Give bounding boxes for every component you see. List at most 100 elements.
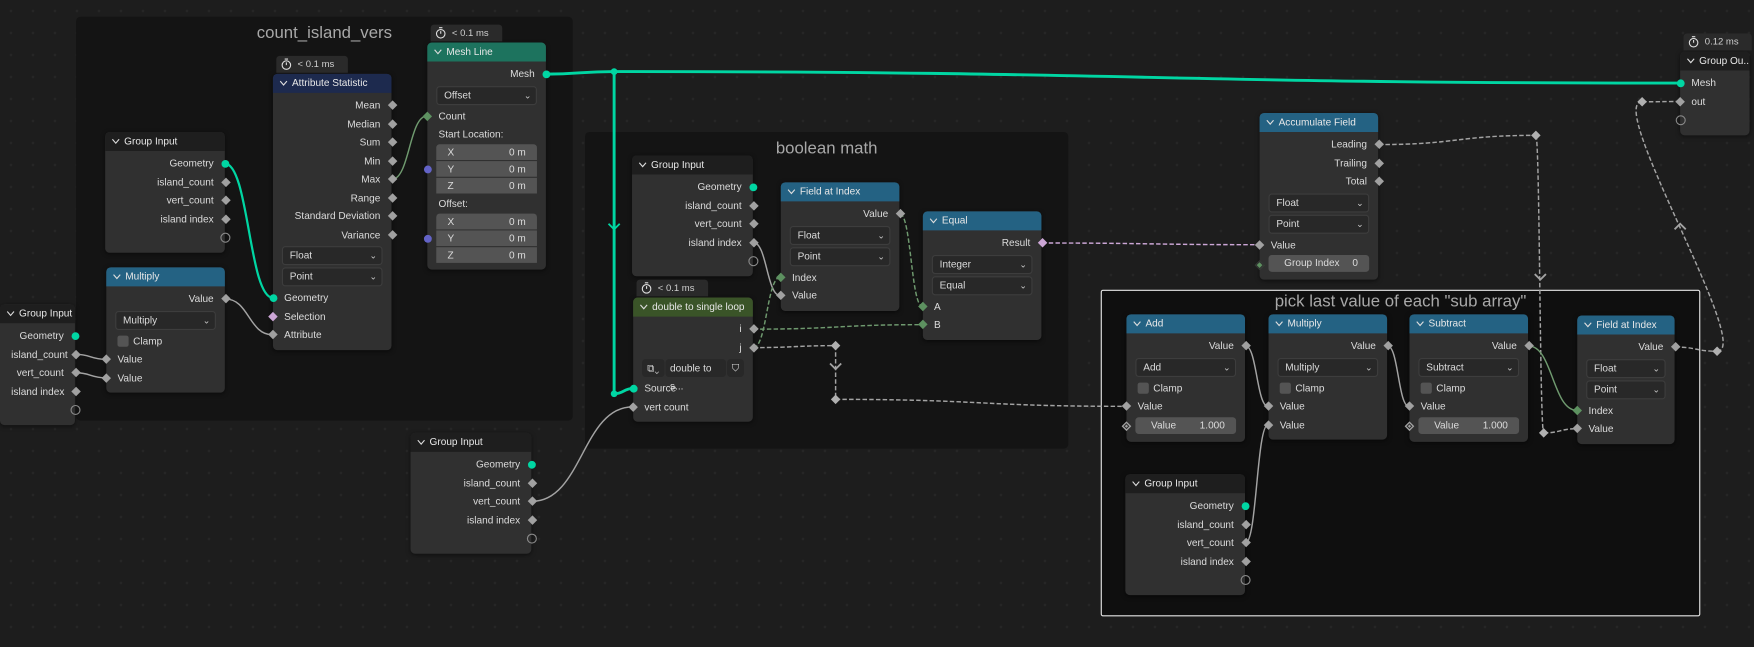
dropdown-point[interactable]: Point⌄ (790, 247, 891, 266)
checkbox-box[interactable] (1138, 382, 1149, 393)
empty-socket-icon[interactable] (1675, 115, 1685, 125)
node-gout[interactable]: 0.12 msGroup Ou...Meshout (1680, 51, 1749, 134)
node-link[interactable] (1042, 243, 1259, 245)
collapse-chevron-icon[interactable] (280, 77, 292, 88)
geo-socket-icon[interactable] (542, 70, 550, 78)
vector-component-z[interactable]: Z0 m (436, 178, 537, 194)
vector-component-y[interactable]: Y0 m (436, 230, 537, 246)
vector-field[interactable]: X0 mY0 mZ0 m (436, 144, 537, 193)
empty-socket-icon[interactable] (1240, 575, 1250, 585)
node-header[interactable]: Group Input (411, 433, 532, 452)
collapse-chevron-icon[interactable] (113, 271, 125, 282)
node-mul-a[interactable]: MultiplyValueMultiply⌄ClampValueValue (106, 267, 225, 392)
node-header[interactable]: Attribute Statistic (273, 74, 392, 93)
clamp-checkbox[interactable]: Clamp (1126, 379, 1245, 397)
empty-socket-icon[interactable] (526, 533, 536, 543)
node-loop[interactable]: < 0.1 msdouble to single loopij⧉⌄double … (633, 298, 753, 422)
idot-socket-icon[interactable] (1254, 260, 1263, 269)
reroute-node[interactable] (611, 390, 618, 397)
dropdown-float[interactable]: Float⌄ (282, 246, 383, 265)
fake-user-shield-icon[interactable]: ⛉ (727, 359, 744, 377)
vector-component-x[interactable]: X0 m (436, 214, 537, 230)
reroute-node[interactable] (611, 68, 618, 75)
vec-socket-icon[interactable] (423, 165, 431, 173)
node-group-name[interactable]: double to s... (666, 359, 726, 377)
dropdown-offset[interactable]: Offset⌄ (436, 86, 537, 105)
dropdown-float[interactable]: Float⌄ (1586, 359, 1665, 378)
clamp-checkbox[interactable]: Clamp (1269, 379, 1388, 397)
collapse-chevron-icon[interactable] (1266, 116, 1278, 127)
collapse-chevron-icon[interactable] (7, 308, 19, 319)
empty-socket-icon[interactable] (748, 256, 758, 266)
float-socket-icon[interactable] (1254, 240, 1263, 249)
empty-socket-icon[interactable] (220, 232, 230, 242)
node-header[interactable]: Group Input (1125, 474, 1245, 493)
float-socket-icon[interactable] (527, 497, 536, 506)
collapse-chevron-icon[interactable] (1133, 318, 1145, 329)
collapse-chevron-icon[interactable] (1416, 318, 1428, 329)
empty-socket-icon[interactable] (70, 405, 80, 415)
node-header[interactable]: Group Input (0, 304, 75, 323)
node-equal[interactable]: EqualResultInteger⌄Equal⌄AB (923, 211, 1042, 339)
number-field[interactable]: Group Index0 (1269, 255, 1370, 272)
geo-socket-icon[interactable] (749, 183, 757, 191)
node-fai-2[interactable]: Field at IndexValueFloat⌄Point⌄IndexValu… (1577, 315, 1674, 443)
node-gi-b[interactable]: Group InputGeometryisland_countvert_coun… (632, 155, 753, 275)
node-header[interactable]: Accumulate Field (1260, 113, 1379, 132)
dropdown-subtract[interactable]: Subtract⌄ (1418, 357, 1519, 376)
node-gi-a[interactable]: Group InputGeometryisland_countvert_coun… (105, 132, 225, 252)
vector-component-y[interactable]: Y0 m (436, 161, 537, 177)
clamp-checkbox[interactable]: Clamp (106, 332, 225, 350)
collapse-chevron-icon[interactable] (640, 301, 652, 312)
node-sub[interactable]: SubtractValueSubtract⌄ClampValueValue1.0… (1409, 314, 1528, 441)
node-add[interactable]: AddValueAdd⌄ClampValueValue1.000 (1126, 314, 1245, 441)
dropdown-float[interactable]: Float⌄ (790, 225, 891, 244)
geo-socket-icon[interactable] (71, 332, 79, 340)
float-socket-icon[interactable] (1374, 158, 1383, 167)
node-gi-c[interactable]: Group InputGeometryisland_countvert_coun… (411, 433, 532, 553)
node-group-icon[interactable]: ⧉⌄ (642, 359, 664, 377)
node-header[interactable]: Multiply (106, 267, 225, 286)
vec-socket-icon[interactable] (423, 234, 431, 242)
geo-socket-icon[interactable] (629, 385, 637, 393)
node-header[interactable]: Add (1126, 314, 1245, 333)
collapse-chevron-icon[interactable] (639, 159, 651, 170)
node-mul-b[interactable]: MultiplyValueMultiply⌄ClampValueValue (1269, 314, 1388, 439)
node-editor-canvas[interactable]: count_island_vers boolean math pick last… (0, 0, 1754, 647)
dropdown-multiply[interactable]: Multiply⌄ (1277, 357, 1378, 376)
node-fai-1[interactable]: Field at IndexValueFloat⌄Point⌄IndexValu… (781, 182, 900, 310)
float-socket-icon[interactable] (527, 478, 536, 487)
node-link[interactable] (614, 72, 1680, 83)
clamp-checkbox[interactable]: Clamp (1409, 379, 1528, 397)
reroute-node[interactable] (1712, 347, 1721, 356)
node-gi-d[interactable]: Group InputGeometryisland_countvert_coun… (1125, 474, 1245, 594)
geo-socket-icon[interactable] (221, 160, 229, 168)
dropdown-multiply[interactable]: Multiply⌄ (115, 310, 216, 329)
node-header[interactable]: Field at Index (1577, 315, 1674, 334)
checkbox-box[interactable] (117, 335, 128, 346)
dropdown-integer[interactable]: Integer⌄ (932, 254, 1033, 273)
node-attr-stat[interactable]: < 0.1 msAttribute StatisticMeanMedianSum… (273, 74, 392, 350)
node-mesh-line[interactable]: < 0.1 msMesh LineMeshOffset⌄CountStart L… (427, 43, 546, 270)
number-field[interactable]: Value1.000 (1418, 417, 1519, 434)
node-header[interactable]: Mesh Line (427, 43, 546, 62)
checkbox-box[interactable] (1421, 382, 1432, 393)
dropdown-point[interactable]: Point⌄ (1269, 214, 1370, 233)
node-header[interactable]: Multiply (1269, 314, 1388, 333)
dropdown-add[interactable]: Add⌄ (1135, 357, 1236, 376)
collapse-chevron-icon[interactable] (434, 46, 446, 57)
geo-socket-icon[interactable] (1241, 502, 1249, 510)
dropdown-point[interactable]: Point⌄ (282, 267, 383, 286)
node-header[interactable]: Group Input (632, 155, 753, 174)
node-link[interactable] (1379, 135, 1536, 144)
node-header[interactable]: Group Input (105, 132, 225, 151)
dropdown-equal[interactable]: Equal⌄ (932, 276, 1033, 295)
collapse-chevron-icon[interactable] (112, 135, 124, 146)
float-socket-icon[interactable] (1374, 140, 1383, 149)
collapse-chevron-icon[interactable] (788, 186, 800, 197)
node-accum[interactable]: Accumulate FieldLeadingTrailingTotalFloa… (1260, 113, 1379, 280)
dropdown-point[interactable]: Point⌄ (1586, 380, 1665, 399)
node-header[interactable]: Field at Index (781, 182, 900, 201)
node-header[interactable]: double to single loop (633, 298, 753, 317)
node-header[interactable]: Subtract (1409, 314, 1528, 333)
